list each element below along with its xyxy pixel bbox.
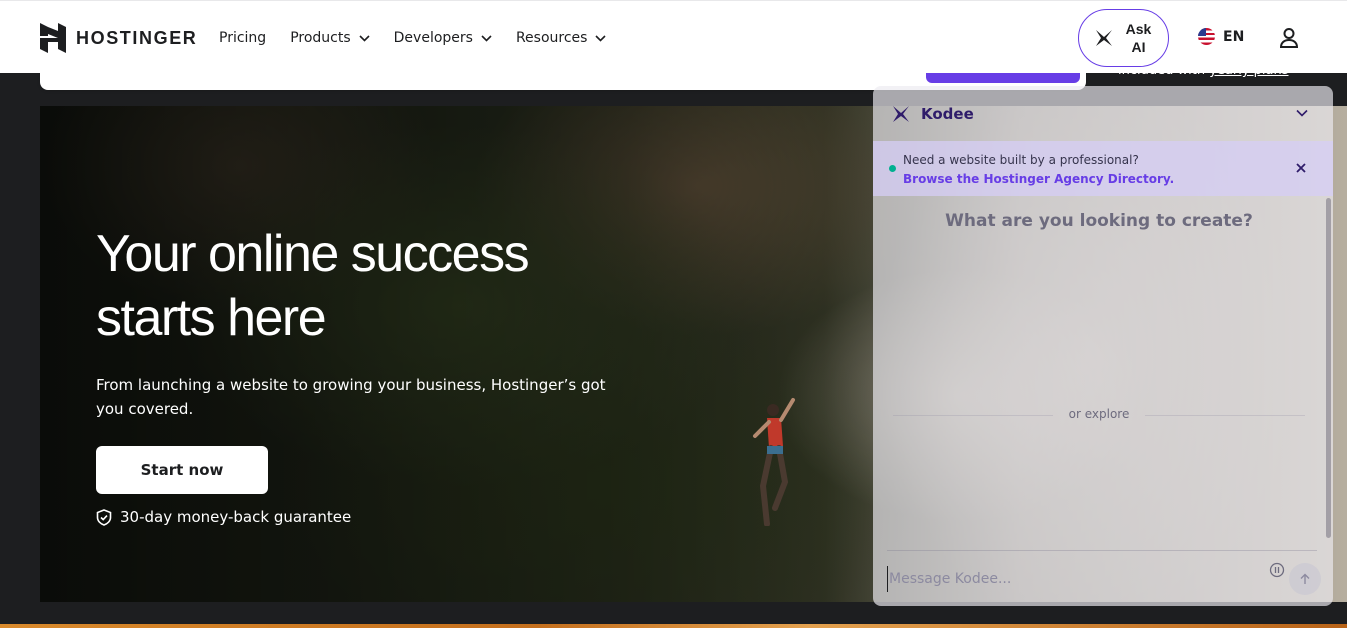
logo-wordmark: HOSTINGER (76, 27, 198, 48)
guarantee-text: 30-day money-back guarantee (120, 508, 352, 526)
chat-scrollbar[interactable] (1326, 198, 1331, 538)
domain-search-button[interactable] (926, 72, 1080, 83)
ask-ai-line2: AI (1131, 39, 1146, 55)
status-dot (889, 165, 896, 172)
hero-title-line1: Your online success (96, 225, 530, 283)
nav-products[interactable]: Products (290, 27, 370, 49)
kodee-logo-icon (1095, 30, 1112, 46)
hostinger-logo[interactable]: HOSTINGER (40, 23, 197, 53)
send-button[interactable] (1289, 563, 1321, 595)
chevron-down-icon[interactable] (1295, 106, 1309, 120)
ask-ai-label: Ask AI (1124, 20, 1154, 56)
message-input[interactable] (887, 566, 1247, 592)
explore-label: or explore (1068, 407, 1130, 421)
kodee-logo-icon (893, 105, 909, 122)
climber-image (753, 398, 795, 526)
site-header: HOSTINGER Pricing Products Developers Re… (0, 0, 1347, 73)
nav-developers[interactable]: Developers (394, 27, 492, 49)
hero-subtitle: From launching a website to growing your… (96, 376, 606, 418)
language-selector[interactable]: EN (1198, 28, 1244, 45)
main-nav: Pricing Products Developers Resources (219, 27, 607, 49)
next-section-edge (0, 624, 1347, 628)
us-flag-icon (1198, 28, 1215, 45)
close-icon[interactable] (1295, 162, 1307, 174)
explore-divider-right (1145, 415, 1305, 416)
nav-pricing[interactable]: Pricing (219, 27, 266, 49)
user-icon[interactable] (1279, 27, 1299, 49)
nav-resources[interactable]: Resources (516, 27, 607, 49)
nav-pricing-label: Pricing (219, 30, 267, 46)
nav-products-label: Products (290, 30, 351, 46)
chevron-down-icon (359, 34, 370, 42)
banner-question: Need a website built by a professional? (903, 153, 1139, 167)
hero-title-line2: starts here (96, 289, 327, 347)
chevron-down-icon (595, 34, 607, 42)
kodee-header[interactable]: Kodee (873, 86, 1333, 141)
input-divider (887, 550, 1317, 551)
send-arrow-icon (1300, 573, 1310, 584)
ask-ai-button[interactable]: Ask AI (1078, 9, 1169, 67)
hostinger-logo-icon (40, 23, 66, 53)
language-code: EN (1223, 28, 1245, 45)
agency-directory-link[interactable]: Browse the Hostinger Agency Directory. (903, 172, 1174, 186)
agency-banner: Need a website built by a professional? … (873, 141, 1333, 196)
shield-check-icon (96, 508, 112, 526)
money-back-guarantee: 30-day money-back guarantee (96, 508, 351, 526)
kodee-chat-panel: Kodee Need a website built by a professi… (873, 86, 1333, 606)
hero-title: Your online success starts here (96, 222, 616, 350)
nav-resources-label: Resources (515, 30, 588, 46)
info-icon[interactable] (1269, 562, 1285, 578)
start-now-button[interactable]: Start now (96, 446, 268, 494)
nav-developers-label: Developers (393, 30, 473, 46)
ask-ai-line1: Ask (1125, 21, 1152, 37)
kodee-title: Kodee (921, 104, 974, 123)
chevron-down-icon (481, 34, 492, 42)
kodee-prompt: What are you looking to create? (945, 211, 1253, 231)
